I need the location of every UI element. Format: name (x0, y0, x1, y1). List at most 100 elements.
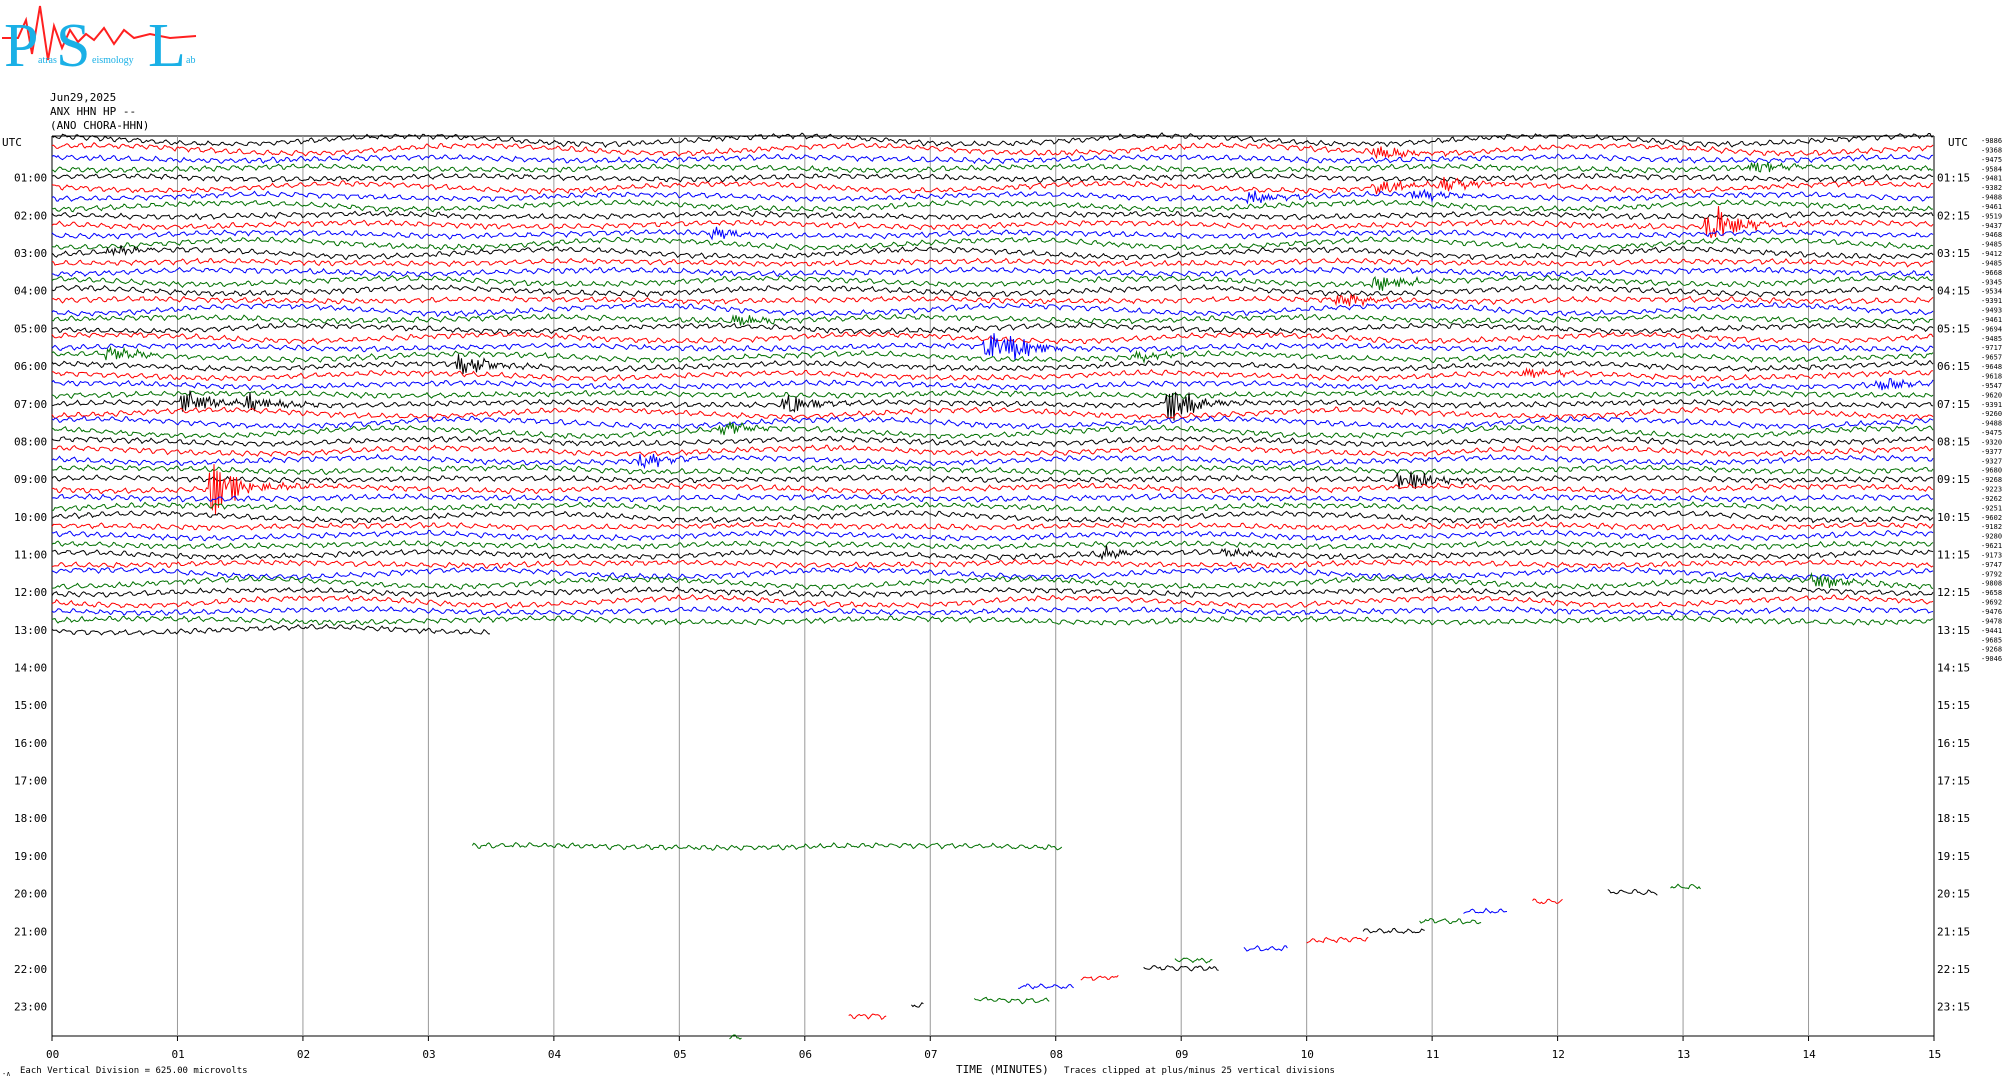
trace-fragment (1174, 957, 1213, 964)
seismogram-trace (51, 540, 1934, 551)
y-tick-label-left: 01:00 (14, 172, 47, 185)
seismogram-trace (51, 367, 1934, 382)
clip-note: Traces clipped at plus/minus 25 vertical… (1064, 1066, 1335, 1076)
y-tick-label-left: 02:00 (14, 209, 47, 222)
y-tick-label-right: 09:15 (1937, 473, 1970, 486)
x-tick-label: 11 (1426, 1048, 1439, 1061)
offset-label: -9792 (1981, 570, 2002, 578)
trace-fragment (1306, 936, 1369, 944)
offset-label: -9657 (1981, 354, 2002, 362)
offset-label: -9808 (1981, 580, 2002, 588)
offset-label: -9680 (1981, 467, 2002, 475)
y-tick-label-right: 16:15 (1937, 737, 1970, 750)
seismogram-trace (51, 313, 1934, 326)
x-tick-label: 14 (1803, 1048, 1817, 1061)
seismogram-trace (51, 389, 1934, 400)
y-tick-label-left: 08:00 (14, 435, 47, 448)
trace-fragment (1463, 907, 1508, 914)
offset-labels: -9886-9368-9475-9584-9481-9382-9488-9461… (1981, 137, 2002, 663)
x-tick-label: 07 (924, 1048, 937, 1061)
seismogram-trace (51, 172, 1934, 183)
x-tick-label: 01 (171, 1048, 184, 1061)
trace-fragment (1080, 974, 1119, 981)
seismogram-trace (51, 509, 1934, 524)
vertical-division-note: Each Vertical Division = 625.00 microvol… (20, 1066, 248, 1076)
y-tick-label-right: 18:15 (1937, 812, 1970, 825)
seismogram-trace (51, 464, 1934, 476)
trace-fragment (1362, 927, 1425, 934)
offset-label: -9685 (1981, 636, 2002, 644)
x-tick-label: 03 (422, 1048, 435, 1061)
offset-label: -9476 (1981, 608, 2002, 616)
seismogram-trace (51, 586, 1934, 598)
y-tick-label-left: 21:00 (14, 925, 47, 938)
offset-label: -9368 (1981, 146, 2002, 154)
offset-label: -9478 (1981, 617, 2002, 625)
offset-label: -9262 (1981, 495, 2002, 503)
offset-label: -9534 (1981, 288, 2002, 296)
offset-label: -9412 (1981, 250, 2002, 258)
x-tick-label: 13 (1677, 1048, 1690, 1061)
y-tick-label-right: 15:15 (1937, 699, 1970, 712)
seismogram-trace (51, 142, 1934, 160)
offset-label: -9391 (1981, 401, 2002, 409)
seismogram-trace (51, 415, 1934, 430)
offset-label: -9223 (1981, 486, 2002, 494)
offset-label: -9461 (1981, 316, 2002, 324)
seismogram-trace (51, 453, 1934, 470)
offset-label: -9493 (1981, 307, 2002, 315)
seismogram-trace (51, 198, 1934, 213)
offset-label: -9519 (1981, 212, 2002, 220)
y-tick-label-right: 05:15 (1937, 322, 1970, 335)
seismogram-trace (51, 302, 1934, 318)
offset-label: -9046 (1981, 655, 2002, 663)
offset-label: -9481 (1981, 175, 2002, 183)
y-tick-label-right: 13:15 (1937, 624, 1970, 637)
seismogram-trace (51, 176, 1934, 195)
x-tick-label: 08 (1050, 1048, 1063, 1061)
y-tick-label-left: 13:00 (14, 624, 47, 637)
y-tick-label-left: 11:00 (14, 548, 47, 561)
x-tick-label: 15 (1928, 1048, 1941, 1061)
offset-label: -9602 (1981, 514, 2002, 522)
offset-label: -9327 (1981, 457, 2002, 465)
offset-label: -9377 (1981, 448, 2002, 456)
seismogram-trace (51, 521, 1934, 532)
y-tick-label-left: 07:00 (14, 398, 47, 411)
seismogram-trace (51, 245, 1934, 261)
y-tick-label-right: 07:15 (1937, 398, 1970, 411)
offset-label: -9437 (1981, 222, 2002, 230)
trace-fragment (1243, 945, 1288, 952)
y-tick-label-left: 05:00 (14, 322, 47, 335)
offset-label: -9692 (1981, 599, 2002, 607)
seismogram-trace (51, 566, 1934, 581)
y-tick-label-right: 10:15 (1937, 511, 1970, 524)
offset-label: -9621 (1981, 542, 2002, 550)
x-axis-title: TIME (MINUTES) (956, 1063, 1049, 1076)
seismogram-trace (51, 558, 1934, 569)
y-tick-label-left: 10:00 (14, 511, 47, 524)
y-tick-label-left: 19:00 (14, 850, 47, 863)
x-tick-label: 05 (673, 1048, 686, 1061)
offset-label: -9475 (1981, 156, 2002, 164)
logo-small-text-1: atras (38, 55, 57, 66)
location-label: (ANO CHORA-HHN) (50, 119, 149, 132)
offset-label: -9648 (1981, 363, 2002, 371)
scale-marker: -∧ (2, 1070, 10, 1078)
logo-letter-p: P (4, 12, 38, 80)
y-tick-label-right: 20:15 (1937, 888, 1970, 901)
x-tick-label: 04 (548, 1048, 562, 1061)
offset-label: -9260 (1981, 410, 2002, 418)
y-tick-label-left: 14:00 (14, 662, 47, 675)
offset-label: -9747 (1981, 561, 2002, 569)
offset-label: -9441 (1981, 627, 2002, 635)
offset-label: -9618 (1981, 373, 2002, 381)
seismogram-trace (51, 210, 1934, 221)
offset-label: -9584 (1981, 165, 2002, 173)
trace-fragment (848, 1013, 887, 1021)
seismogram-trace (51, 435, 1934, 448)
offset-label: -9182 (1981, 523, 2002, 531)
seismogram-trace (51, 406, 1934, 420)
utc-left-label: UTC (2, 136, 22, 149)
offset-label: -9468 (1981, 231, 2002, 239)
